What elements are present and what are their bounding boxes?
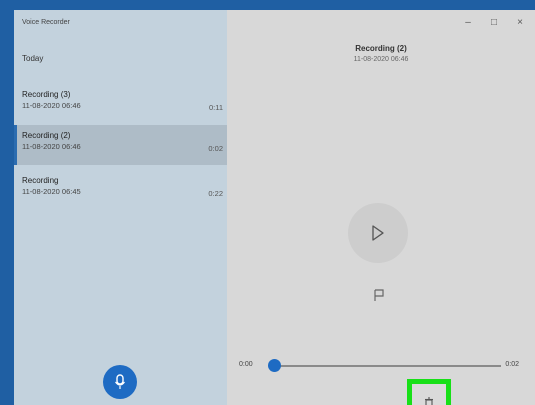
recording-name: Recording (2)	[22, 131, 71, 140]
player-pane: – □ × Recording (2) 11-08-2020 06:46 0:0…	[227, 10, 535, 405]
player-title: Recording (2)	[355, 44, 407, 53]
recording-name: Recording (3)	[22, 90, 71, 99]
recording-name: Recording	[22, 176, 59, 185]
microphone-icon	[115, 374, 125, 389]
recording-item[interactable]: Recording (3) 11-08-2020 06:46 0:11	[14, 84, 227, 124]
app-title: Voice Recorder	[22, 19, 70, 26]
slider-thumb[interactable]	[268, 359, 281, 372]
recordings-sidebar: Voice Recorder Today Recording (3) 11-08…	[14, 10, 227, 405]
recording-duration: 0:02	[208, 144, 223, 153]
recording-duration: 0:11	[208, 103, 223, 112]
recording-date: 11-08-2020 06:45	[22, 187, 81, 196]
play-icon	[372, 225, 384, 241]
playback-slider[interactable]	[268, 359, 501, 372]
delete-icon	[425, 397, 433, 405]
time-current: 0:00	[239, 361, 253, 368]
record-button[interactable]	[103, 365, 137, 399]
close-button[interactable]: ×	[513, 16, 527, 30]
add-marker-button[interactable]	[372, 288, 386, 302]
maximize-button[interactable]: □	[487, 16, 501, 30]
recording-item[interactable]: Recording 11-08-2020 06:45 0:22	[14, 170, 227, 210]
recording-duration: 0:22	[208, 189, 223, 198]
time-total: 0:02	[505, 361, 519, 368]
flag-icon	[374, 289, 384, 301]
play-button[interactable]	[348, 203, 408, 263]
voice-recorder-window: Voice Recorder Today Recording (3) 11-08…	[14, 10, 535, 405]
recording-item-selected[interactable]: Recording (2) 11-08-2020 06:46 0:02	[14, 125, 227, 165]
player-date: 11-08-2020 06:46	[353, 56, 409, 63]
minimize-button[interactable]: –	[461, 16, 475, 30]
recording-date: 11-08-2020 06:46	[22, 142, 81, 151]
recording-date: 11-08-2020 06:46	[22, 101, 81, 110]
section-label-today: Today	[22, 54, 44, 63]
delete-button-highlighted[interactable]	[407, 379, 451, 405]
